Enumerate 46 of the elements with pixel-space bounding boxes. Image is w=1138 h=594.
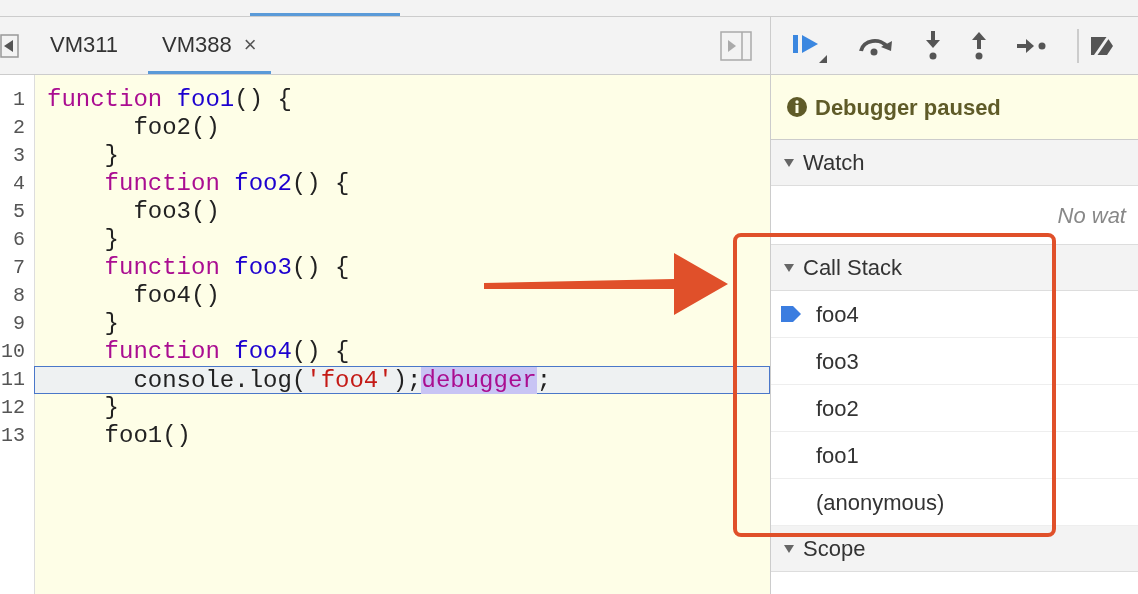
- line-number: 1: [13, 87, 25, 113]
- line-number: 12: [1, 395, 25, 421]
- call-frame[interactable]: foo1: [771, 432, 1138, 479]
- step-into-icon[interactable]: [925, 30, 941, 61]
- code-line: foo4(): [132, 282, 221, 310]
- navigator-toggle-icon[interactable]: [0, 33, 20, 58]
- paused-message: Debugger paused: [815, 93, 1001, 122]
- line-number: 6: [13, 227, 25, 253]
- expand-triangle-icon[interactable]: [783, 542, 795, 555]
- info-icon: [787, 97, 807, 117]
- line-number: 8: [13, 283, 25, 309]
- code-line: foo3(): [132, 198, 221, 226]
- code-line: function foo4() {: [103, 338, 351, 366]
- expand-triangle-icon[interactable]: [783, 156, 795, 169]
- code-line: function foo2() {: [103, 170, 351, 198]
- expand-triangle-icon[interactable]: [783, 261, 795, 274]
- line-number: 9: [13, 311, 25, 337]
- line-number: 4: [13, 171, 25, 197]
- step-icon[interactable]: [1017, 37, 1047, 54]
- line-number: 13: [1, 423, 25, 449]
- call-frame[interactable]: foo4: [771, 291, 1138, 338]
- step-out-icon[interactable]: [971, 30, 987, 61]
- empty-watch-message: No wat: [1057, 201, 1126, 230]
- call-frame[interactable]: foo3: [771, 338, 1138, 385]
- section-header[interactable]: Watch: [771, 140, 1138, 186]
- line-number: 10: [1, 339, 25, 365]
- section-header[interactable]: Scope: [771, 526, 1138, 572]
- current-frame-icon: [781, 306, 801, 322]
- line-number: 5: [13, 199, 25, 225]
- section-header[interactable]: Call Stack: [771, 245, 1138, 291]
- code-line: function foo1() {: [46, 86, 293, 114]
- code-line: }: [103, 142, 120, 170]
- file-tab[interactable]: VM311: [36, 17, 133, 74]
- line-number: 7: [13, 255, 25, 281]
- line-number: 3: [13, 143, 25, 169]
- line-number: 11: [1, 367, 25, 393]
- code-line: }: [103, 310, 120, 338]
- code-line: foo2(): [132, 114, 221, 142]
- call-frame[interactable]: foo2: [771, 385, 1138, 432]
- code-line: foo1(): [103, 422, 193, 450]
- code-line: }: [103, 226, 120, 254]
- line-number: 2: [13, 115, 25, 141]
- sidebar-toggle-icon[interactable]: [720, 30, 752, 61]
- code-line: function foo3() {: [103, 254, 351, 282]
- code-line: }: [103, 394, 120, 422]
- close-tab-button[interactable]: ×: [243, 27, 257, 61]
